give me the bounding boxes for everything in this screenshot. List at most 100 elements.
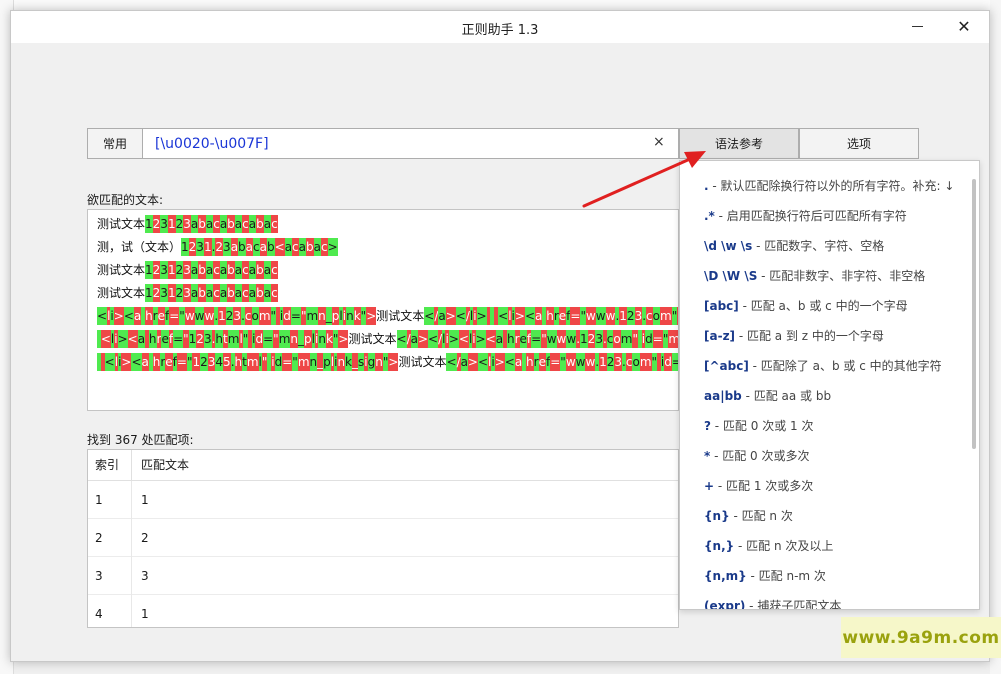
syntax-item[interactable]: ? - 匹配 0 次或 1 次 (704, 416, 813, 436)
row-index: 4 (88, 595, 132, 627)
minimize-icon (911, 25, 923, 27)
syntax-description: - 匹配 n 次及以上 (734, 539, 834, 553)
matched-text: 1231.23abacab<acabac> (181, 238, 338, 256)
syntax-description: - 匹配 n-m 次 (746, 569, 826, 583)
syntax-token: + (704, 479, 715, 493)
syntax-item[interactable]: {n,} - 匹配 n 次及以上 (704, 536, 833, 556)
syntax-token: [abc] (704, 299, 739, 313)
syntax-description: - 默认匹配除换行符以外的所有字符。补充: ↓ (708, 179, 955, 193)
syntax-description: - 匹配 0 次或 1 次 (710, 419, 814, 433)
options-button[interactable]: 选项 (799, 128, 919, 159)
unmatched-text: 测试文本 (376, 309, 425, 323)
matched-text: <li><a href="www.123.com" id="mn_plink"> (97, 307, 377, 325)
popup-scrollbar[interactable] (972, 179, 976, 449)
syntax-description: - 匹配 a、b 或 c 中的一个字母 (738, 299, 908, 313)
clear-icon[interactable]: × (653, 134, 665, 150)
syntax-description: - 匹配除了 a、b 或 c 中的其他字符 (748, 359, 942, 373)
syntax-item[interactable]: [a-z] - 匹配 a 到 z 中的一个字母 (704, 326, 884, 346)
syntax-description: - 匹配 n 次 (729, 509, 793, 523)
syntax-description: - 匹配数字、字符、空格 (752, 239, 885, 253)
regex-input[interactable] (155, 134, 635, 154)
close-icon: ✕ (957, 16, 971, 36)
syntax-description: - 匹配 0 次或多次 (710, 449, 810, 463)
background-window-right (990, 0, 1001, 674)
row-index: 2 (88, 519, 132, 557)
syntax-token: [a-z] (704, 329, 736, 343)
close-button[interactable]: ✕ (941, 11, 987, 41)
syntax-item[interactable]: + - 匹配 1 次或多次 (704, 476, 813, 496)
syntax-item[interactable]: [^abc] - 匹配除了 a、b 或 c 中的其他字符 (704, 356, 942, 376)
syntax-description: - 匹配 aa 或 bb (741, 389, 832, 403)
text-line: 测，试（文本）1231.23abacab<acabac> (97, 238, 338, 256)
regex-helper-window: 正则助手 1.3 ✕ 常用 × 语法参考 选项 欲匹配的文本: 测试文本1231… (10, 10, 990, 662)
background-window-top (14, 0, 1001, 10)
syntax-item[interactable]: . - 默认匹配除换行符以外的所有字符。补充: ↓ (704, 176, 954, 196)
table-row[interactable]: 4 1 (88, 595, 678, 627)
window-title: 正则助手 1.3 (461, 23, 539, 38)
syntax-item[interactable]: (expr) - 捕获子匹配文本 (704, 596, 842, 610)
table-row[interactable]: 3 3 (88, 557, 678, 595)
unmatched-text: 测试文本 (97, 263, 146, 277)
syntax-description: - 捕获子匹配文本 (745, 599, 842, 610)
minimize-button[interactable] (894, 11, 940, 41)
syntax-token: [^abc] (704, 359, 749, 373)
syntax-description: - 匹配 a 到 z 中的一个字母 (735, 329, 884, 343)
syntax-item[interactable]: \D \W \S - 匹配非数字、非字符、非空格 (704, 266, 925, 286)
syntax-description: - 匹配 1 次或多次 (714, 479, 814, 493)
text-line: <li><a href="123.html" id="mn_plink">测试文… (97, 330, 678, 348)
syntax-token: ? (704, 419, 711, 433)
row-index: 3 (88, 557, 132, 595)
table-row[interactable]: 1 1 (88, 481, 678, 519)
match-count-label: 找到 367 处匹配项: (87, 433, 194, 447)
matched-text: </a></li> <li><a href="www.123.com" id="… (424, 307, 678, 325)
unmatched-text: 测试文本 (97, 217, 146, 231)
results-table[interactable]: 索引 匹配文本 1 1 2 2 3 3 4 1 (87, 449, 679, 628)
match-text-area[interactable]: 测试文本123123abacabacabac 测，试（文本）1231.23abac… (87, 209, 679, 411)
text-label: 欲匹配的文本: (87, 193, 164, 207)
syntax-item[interactable]: \d \w \s - 匹配数字、字符、空格 (704, 236, 884, 256)
syntax-item[interactable]: .* - 启用匹配换行符后可匹配所有字符 (704, 206, 907, 226)
syntax-token: \d \w \s (704, 239, 753, 253)
unmatched-text: 测试文本 (398, 355, 447, 369)
syntax-reference-popup: . - 默认匹配除换行符以外的所有字符。补充: ↓ .* - 启用匹配换行符后可匹… (679, 160, 980, 610)
matched-text: 123123abacabacabac (145, 215, 278, 233)
syntax-item[interactable]: [abc] - 匹配 a、b 或 c 中的一个字母 (704, 296, 908, 316)
syntax-token: \D \W \S (704, 269, 758, 283)
matched-text: </a></li><li><a href="www.123.com" id="m… (396, 330, 678, 348)
matched-text: <li><a href="12345.html" id="mn_plink_si… (97, 353, 399, 371)
syntax-token: .* (704, 209, 715, 223)
syntax-description: - 启用匹配换行符后可匹配所有字符 (714, 209, 907, 223)
watermark: www.9a9m.com (841, 617, 1001, 658)
column-header-text[interactable]: 匹配文本 (132, 450, 678, 480)
row-text: 2 (141, 531, 149, 545)
regex-field: × (143, 128, 679, 159)
text-line: 测试文本123123abacabacabac (97, 261, 278, 279)
syntax-token: (expr) (704, 599, 746, 610)
text-line: 测试文本123123abacabacabac (97, 284, 278, 302)
syntax-token: {n} (704, 509, 730, 523)
text-line: 测试文本123123abacabacabac (97, 215, 278, 233)
column-header-index[interactable]: 索引 (88, 450, 132, 480)
unmatched-text: 测试文本 (348, 332, 397, 346)
table-row[interactable]: 2 2 (88, 519, 678, 557)
syntax-reference-button[interactable]: 语法参考 (679, 128, 799, 159)
row-text: 1 (141, 493, 149, 507)
syntax-token: {n,m} (704, 569, 747, 583)
unmatched-text: 测，试（文本） (97, 240, 182, 254)
matched-text: <li><a href="123.html" id="mn_plink"> (97, 330, 349, 348)
title-bar: 正则助手 1.3 ✕ (11, 11, 989, 43)
matched-text: </a><li><a href="www.123.com" id="mn_pli… (446, 353, 678, 371)
text-line: <li><a href="12345.html" id="mn_plink_si… (97, 353, 678, 371)
row-text: 3 (141, 569, 149, 583)
matched-text: 123123abacabacabac (145, 284, 278, 302)
row-text: 1 (141, 607, 149, 621)
common-button[interactable]: 常用 (87, 128, 143, 159)
syntax-item[interactable]: {n,m} - 匹配 n-m 次 (704, 566, 826, 586)
syntax-item[interactable]: aa|bb - 匹配 aa 或 bb (704, 386, 831, 406)
matched-text: 123123abacabacabac (145, 261, 278, 279)
syntax-item[interactable]: * - 匹配 0 次或多次 (704, 446, 810, 466)
syntax-description: - 匹配非数字、非字符、非空格 (757, 269, 926, 283)
syntax-item[interactable]: {n} - 匹配 n 次 (704, 506, 793, 526)
text-line: <li><a href="www.123.com" id="mn_plink">… (97, 307, 678, 325)
unmatched-text: 测试文本 (97, 286, 146, 300)
